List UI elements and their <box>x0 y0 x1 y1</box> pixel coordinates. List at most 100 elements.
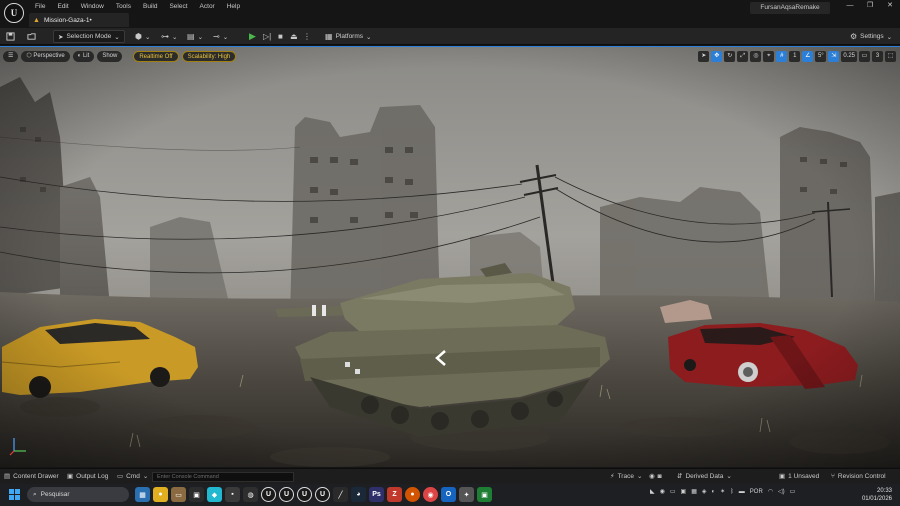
battery-icon[interactable]: ▭ <box>790 488 796 495</box>
grid-snap-icon[interactable]: # <box>776 51 788 62</box>
language-indicator[interactable]: POR <box>750 489 763 495</box>
content-drawer-button[interactable]: ▤ Content Drawer <box>4 472 59 482</box>
volume-icon[interactable]: ◁) <box>778 488 785 495</box>
output-log-button[interactable]: ▣ Output Log <box>67 472 108 482</box>
filezilla-icon[interactable]: Z <box>387 487 402 502</box>
tray-app-icon-7[interactable]: ◐ <box>712 489 716 495</box>
settings-button[interactable]: ⚙ Settings ⌄ <box>850 30 892 43</box>
app-icon-1[interactable]: ◆ <box>207 487 222 502</box>
wifi-icon[interactable]: ◠ <box>768 488 773 495</box>
menu-edit[interactable]: Edit <box>51 2 74 12</box>
tray-app-icon-4[interactable]: ▣ <box>681 488 687 495</box>
tray-app-icon-5[interactable]: ▦ <box>691 488 697 495</box>
stop-button[interactable]: ■ <box>278 30 283 43</box>
taskbar-search[interactable]: ⌕ Pesquisar <box>27 487 129 502</box>
menu-window[interactable]: Window <box>75 2 110 12</box>
cmd-dropdown[interactable]: ▭ Cmd ⌄ <box>117 472 148 482</box>
folder-icon <box>27 33 36 40</box>
view-mode-button[interactable]: ◐ Lit <box>72 51 95 62</box>
maximize-viewport-icon[interactable]: ⬚ <box>885 51 896 62</box>
select-tool-icon[interactable]: ➤ <box>698 51 710 62</box>
camera-speed-icon[interactable]: ▭ <box>859 51 870 62</box>
firefox-icon[interactable]: ● <box>405 487 420 502</box>
restore-button[interactable]: ❐ <box>860 0 880 12</box>
cursor-icon: ➤ <box>58 33 64 41</box>
show-button[interactable]: Show <box>97 51 123 62</box>
step-button[interactable]: ▷| <box>263 30 271 43</box>
unreal-taskbar-icon-4[interactable]: U <box>315 487 330 502</box>
rotation-snap-value[interactable]: 5° <box>815 51 827 62</box>
surface-snap-icon[interactable]: ⌖ <box>763 51 775 62</box>
play-button[interactable]: ▶ <box>249 30 256 43</box>
taskbar-search-placeholder: Pesquisar <box>40 491 70 498</box>
tray-app-icon-6[interactable]: ◈ <box>702 488 707 495</box>
perspective-button[interactable]: ⬡ Perspective <box>21 51 70 62</box>
app-icon-4[interactable]: ╱ <box>333 487 348 502</box>
viewport-options-button[interactable]: ☰ <box>3 51 19 62</box>
blueprints-button[interactable]: ⊶ ⌄ <box>161 30 177 43</box>
app-icon-2[interactable]: ▪ <box>225 487 240 502</box>
revision-control-button[interactable]: ⑂ Revision Control <box>831 472 886 482</box>
camera-speed-value[interactable]: 3 <box>872 51 883 62</box>
close-button[interactable]: ✕ <box>880 0 900 12</box>
tray-app-icon-8[interactable]: ✶ <box>720 488 725 495</box>
chrome-icon[interactable]: ◉ <box>423 487 438 502</box>
taskbar-clock[interactable]: 20:33 01/01/2026 <box>862 487 892 503</box>
derived-data-button[interactable]: ⇵ Derived Data ⌄ <box>677 472 732 482</box>
translate-tool-icon[interactable]: ✥ <box>711 51 723 62</box>
menu-help[interactable]: Help <box>221 2 246 12</box>
app-icon-3[interactable]: ◍ <box>243 487 258 502</box>
rotation-snap-icon[interactable]: ∠ <box>802 51 814 62</box>
app-icon-6[interactable]: ▣ <box>477 487 492 502</box>
file-explorer-icon[interactable]: ▭ <box>171 487 186 502</box>
save-button[interactable] <box>6 30 15 43</box>
widgets-icon[interactable]: ▦ <box>135 487 150 502</box>
modes-button[interactable]: ⊸ ⌄ <box>213 30 228 43</box>
unreal-taskbar-icon-1[interactable]: U <box>261 487 276 502</box>
tray-app-icon-2[interactable]: ◉ <box>660 488 665 495</box>
console-command-input[interactable]: Enter Console Command <box>152 472 294 482</box>
grid-snap-value[interactable]: 1 <box>789 51 801 62</box>
unsaved-button[interactable]: ▣ 1 Unsaved <box>779 472 819 482</box>
menu-tools[interactable]: Tools <box>110 2 137 12</box>
unreal-taskbar-icon-3[interactable]: U <box>297 487 312 502</box>
realtime-off-badge[interactable]: Realtime Off <box>133 51 179 62</box>
unreal-logo-icon[interactable]: U <box>4 3 24 23</box>
add-actor-button[interactable]: ⬢ ⌄ <box>135 30 150 43</box>
rotate-tool-icon[interactable]: ↻ <box>724 51 736 62</box>
bluetooth-icon[interactable]: ᛒ <box>730 489 734 495</box>
store-icon[interactable]: ▣ <box>189 487 204 502</box>
world-space-icon[interactable]: ◎ <box>750 51 762 62</box>
scale-snap-value[interactable]: 0.25 <box>841 51 857 62</box>
app-icon-5[interactable]: ✦ <box>459 487 474 502</box>
minimize-button[interactable]: — <box>840 0 860 12</box>
windows-start-icon[interactable] <box>9 489 20 500</box>
tray-app-icon-1[interactable]: ◣ <box>650 488 655 495</box>
drawer-icon: ▤ <box>4 473 11 480</box>
menu-build[interactable]: Build <box>137 2 163 12</box>
menu-select[interactable]: Select <box>163 2 193 12</box>
tray-app-icon-9[interactable]: ▬ <box>739 489 745 495</box>
cinematics-button[interactable]: ▤ ⌄ <box>187 30 203 43</box>
menu-actor[interactable]: Actor <box>194 2 221 12</box>
level-viewport[interactable]: ☰ ⬡ Perspective ◐ Lit Show Realtime Off … <box>0 46 900 467</box>
menu-file[interactable]: File <box>29 2 51 12</box>
selection-mode-dropdown[interactable]: ➤ Selection Mode ⌄ <box>53 30 125 43</box>
content-browser-button[interactable] <box>27 30 36 43</box>
play-options-button[interactable]: ⋮ <box>303 30 311 43</box>
unreal-taskbar-icon-2[interactable]: U <box>279 487 294 502</box>
platforms-dropdown[interactable]: ▦ Platforms ⌄ <box>325 30 371 43</box>
copilot-icon[interactable]: ● <box>153 487 168 502</box>
unsaved-label: 1 Unsaved <box>788 473 820 480</box>
level-tab[interactable]: ▲ Mission-Gaza-1• <box>29 13 129 27</box>
scalability-badge[interactable]: Scalability: High <box>181 51 237 62</box>
scale-tool-icon[interactable]: ⤢ <box>737 51 749 62</box>
scale-snap-icon[interactable]: ⇲ <box>828 51 840 62</box>
trace-button[interactable]: ⚡ Trace ⌄ <box>610 472 642 482</box>
tray-app-icon-3[interactable]: ▭ <box>670 488 676 495</box>
record-button[interactable]: ◉ ◙ <box>649 472 662 482</box>
eject-button[interactable]: ⏏ <box>290 30 298 43</box>
photoshop-icon[interactable]: Ps <box>369 487 384 502</box>
steam-icon[interactable]: ◕ <box>351 487 366 502</box>
outlook-icon[interactable]: O <box>441 487 456 502</box>
